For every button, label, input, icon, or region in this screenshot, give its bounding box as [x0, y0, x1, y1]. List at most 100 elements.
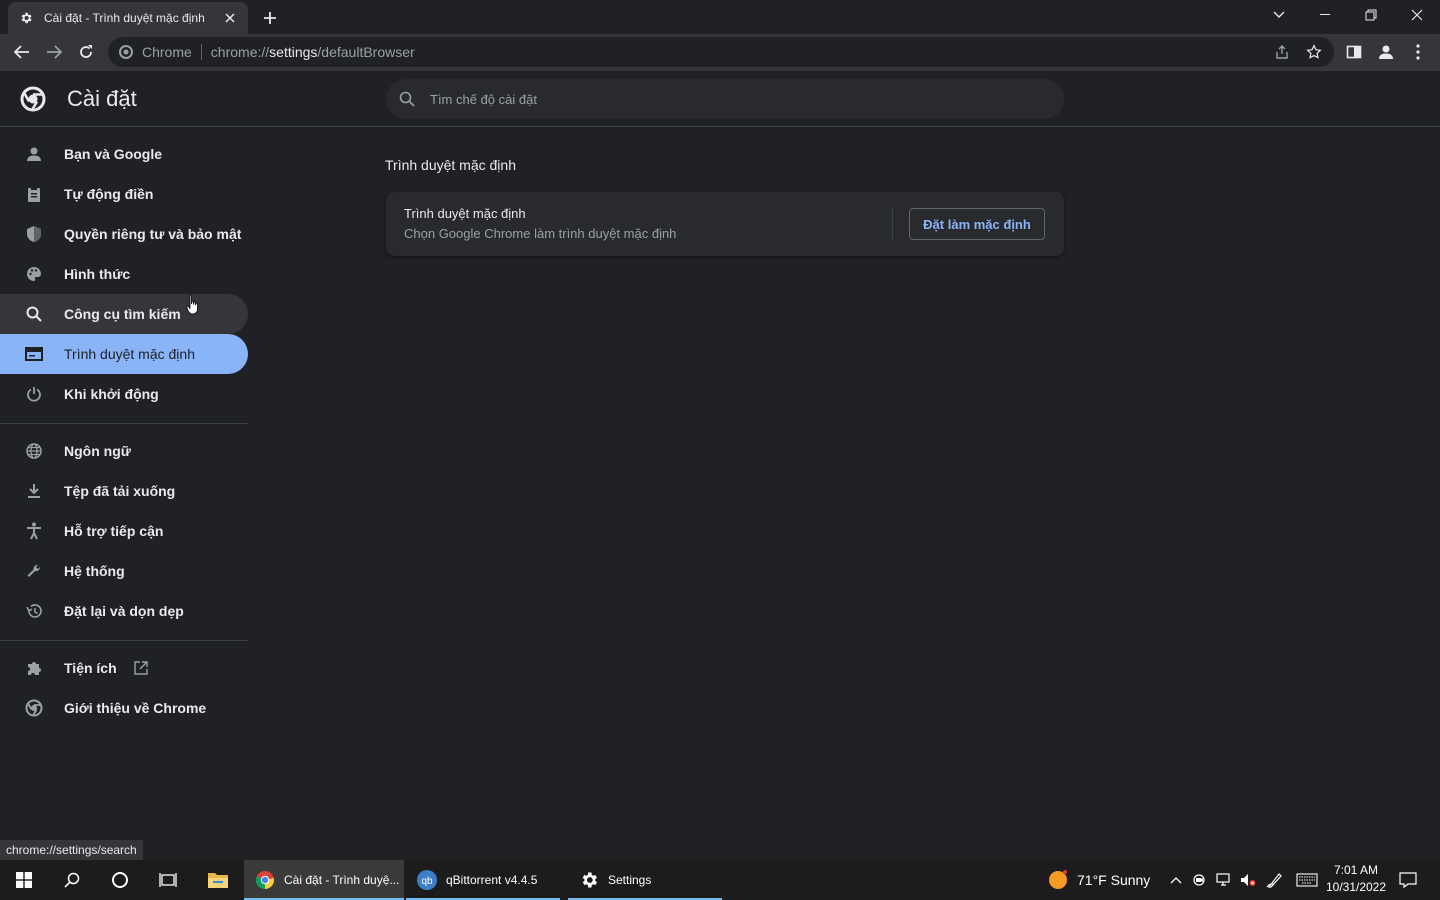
- pen-icon[interactable]: [1264, 860, 1286, 900]
- sidebar-item-label: Khi khởi động: [64, 386, 159, 402]
- reload-button[interactable]: [72, 38, 100, 66]
- search-input[interactable]: [430, 91, 1030, 107]
- taskbar-app-label: qBittorrent v4.4.5: [446, 873, 538, 887]
- browser-toolbar: Chrome chrome://settings/defaultBrowser: [0, 34, 1440, 71]
- person-icon: [24, 144, 44, 164]
- chrome-icon: [118, 44, 134, 60]
- close-tab-icon[interactable]: [222, 10, 238, 26]
- hand-cursor-icon: [186, 294, 200, 316]
- sidebar-item-label: Trình duyệt mặc định: [64, 346, 195, 362]
- download-icon: [24, 481, 44, 501]
- card-separator: [892, 208, 893, 240]
- sidebar-item-accessibility[interactable]: Hỗ trợ tiếp cận: [0, 511, 248, 551]
- wrench-icon: [24, 561, 44, 581]
- chrome-icon: [24, 698, 44, 718]
- address-separator: [200, 44, 202, 60]
- taskbar-app-qbittorrent[interactable]: qb qBittorrent v4.4.5: [406, 860, 560, 900]
- sidebar-item-label: Hỗ trợ tiếp cận: [64, 523, 164, 539]
- browser-tab[interactable]: Cài đặt - Trình duyệt mặc định: [8, 2, 248, 34]
- clipboard-icon: [24, 184, 44, 204]
- sidebar-item-search-engine[interactable]: Công cụ tìm kiếm: [0, 294, 248, 334]
- sidebar-item-reset[interactable]: Đặt lại và dọn dẹp: [0, 591, 248, 631]
- sidebar-item-about-chrome[interactable]: Giới thiệu về Chrome: [0, 688, 248, 728]
- sidebar-item-label: Quyền riêng tư và bảo mật: [64, 226, 242, 242]
- taskbar-app-label: Cài đặt - Trình duyệ...: [284, 873, 400, 887]
- gear-icon: [18, 10, 34, 26]
- taskbar-app-chrome[interactable]: Cài đặt - Trình duyệ...: [244, 860, 404, 900]
- qbittorrent-icon: qb: [416, 869, 438, 891]
- sidebar-divider: [0, 423, 248, 424]
- tab-search-icon[interactable]: [1256, 0, 1302, 30]
- forward-button[interactable]: [40, 38, 68, 66]
- cortana-icon[interactable]: [96, 860, 144, 900]
- network-icon[interactable]: [1214, 860, 1234, 900]
- sidebar-item-label: Bạn và Google: [64, 146, 163, 162]
- start-button[interactable]: [0, 860, 48, 900]
- chrome-icon: [254, 869, 276, 891]
- chrome-logo-icon: [20, 86, 46, 112]
- sidebar-item-label: Giới thiệu về Chrome: [64, 700, 207, 716]
- shield-icon: [24, 224, 44, 244]
- sidebar-item-downloads[interactable]: Tệp đã tải xuống: [0, 471, 248, 511]
- section-title: Trình duyệt mặc định: [385, 157, 516, 173]
- minimize-icon[interactable]: [1302, 0, 1348, 30]
- profile-icon[interactable]: [1372, 38, 1400, 66]
- chevron-up-icon[interactable]: [1166, 860, 1186, 900]
- sidebar-item-appearance[interactable]: Hình thức: [0, 254, 248, 294]
- sidebar-item-on-startup[interactable]: Khi khởi động: [0, 374, 248, 414]
- weather-widget[interactable]: 71°F Sunny: [1046, 860, 1150, 900]
- page-title: Cài đặt: [67, 86, 137, 111]
- external-link-icon: [131, 658, 151, 678]
- sidebar-item-privacy[interactable]: Quyền riêng tư và bảo mật: [0, 214, 248, 254]
- sidebar-item-label: Ngôn ngữ: [64, 443, 131, 459]
- sidebar-item-extensions[interactable]: Tiện ích: [0, 648, 248, 688]
- taskbar-app-settings[interactable]: Settings: [568, 860, 722, 900]
- gear-icon: [578, 869, 600, 891]
- sun-icon: [1046, 868, 1070, 892]
- site-label: Chrome: [142, 44, 192, 60]
- sidebar-item-you-and-google[interactable]: Bạn và Google: [0, 134, 248, 174]
- clock-date: 10/31/2022: [1325, 880, 1387, 894]
- sidebar-item-default-browser[interactable]: Trình duyệt mặc định: [0, 334, 248, 374]
- sidebar-item-label: Hình thức: [64, 266, 131, 282]
- sidebar-item-system[interactable]: Hệ thống: [0, 551, 248, 591]
- search-icon: [24, 304, 44, 324]
- sidebar-item-label: Tệp đã tải xuống: [64, 483, 176, 499]
- puzzle-icon: [24, 658, 44, 678]
- volume-muted-icon[interactable]: [1238, 860, 1258, 900]
- back-button[interactable]: [8, 38, 36, 66]
- sidebar-item-label: Tiện ích: [64, 660, 117, 676]
- share-icon[interactable]: [1268, 37, 1296, 67]
- sidebar-item-label: Công cụ tìm kiếm: [64, 306, 181, 322]
- restore-icon[interactable]: [1348, 0, 1394, 30]
- meet-now-icon[interactable]: [1190, 860, 1210, 900]
- tab-strip: Cài đặt - Trình duyệt mặc định: [0, 0, 1440, 34]
- menu-icon[interactable]: [1404, 38, 1432, 66]
- task-view-icon[interactable]: [144, 860, 192, 900]
- new-tab-button[interactable]: [258, 6, 282, 30]
- side-panel-icon[interactable]: [1340, 38, 1368, 66]
- weather-text: 71°F Sunny: [1077, 872, 1151, 888]
- keyboard-icon[interactable]: [1294, 860, 1320, 900]
- close-window-icon[interactable]: [1394, 0, 1440, 30]
- search-icon: [398, 90, 416, 108]
- sidebar-item-languages[interactable]: Ngôn ngữ: [0, 431, 248, 471]
- system-clock[interactable]: 7:01 AM 10/31/2022: [1320, 862, 1392, 898]
- clock-time: 7:01 AM: [1333, 863, 1379, 877]
- file-explorer-icon[interactable]: [194, 860, 242, 900]
- bookmark-star-icon[interactable]: [1300, 37, 1328, 67]
- taskbar-app-label: Settings: [608, 873, 652, 887]
- settings-sidebar: Bạn và Google Tự động điền Quyền riêng t…: [0, 128, 250, 840]
- notification-icon[interactable]: [1396, 860, 1420, 900]
- make-default-button[interactable]: Đặt làm mặc định: [909, 208, 1045, 240]
- address-bar[interactable]: Chrome chrome://settings/defaultBrowser: [108, 37, 1334, 67]
- power-icon: [24, 384, 44, 404]
- sidebar-item-label: Đặt lại và dọn dẹp: [64, 603, 184, 619]
- link-status-bubble: chrome://settings/search: [0, 840, 143, 860]
- card-subtitle: Chọn Google Chrome làm trình duyệt mặc đ…: [404, 226, 677, 241]
- sidebar-item-label: Hệ thống: [64, 563, 125, 579]
- settings-search[interactable]: [386, 79, 1064, 119]
- taskbar-search-icon[interactable]: [48, 860, 96, 900]
- browser-icon: [24, 344, 44, 364]
- sidebar-item-autofill[interactable]: Tự động điền: [0, 174, 248, 214]
